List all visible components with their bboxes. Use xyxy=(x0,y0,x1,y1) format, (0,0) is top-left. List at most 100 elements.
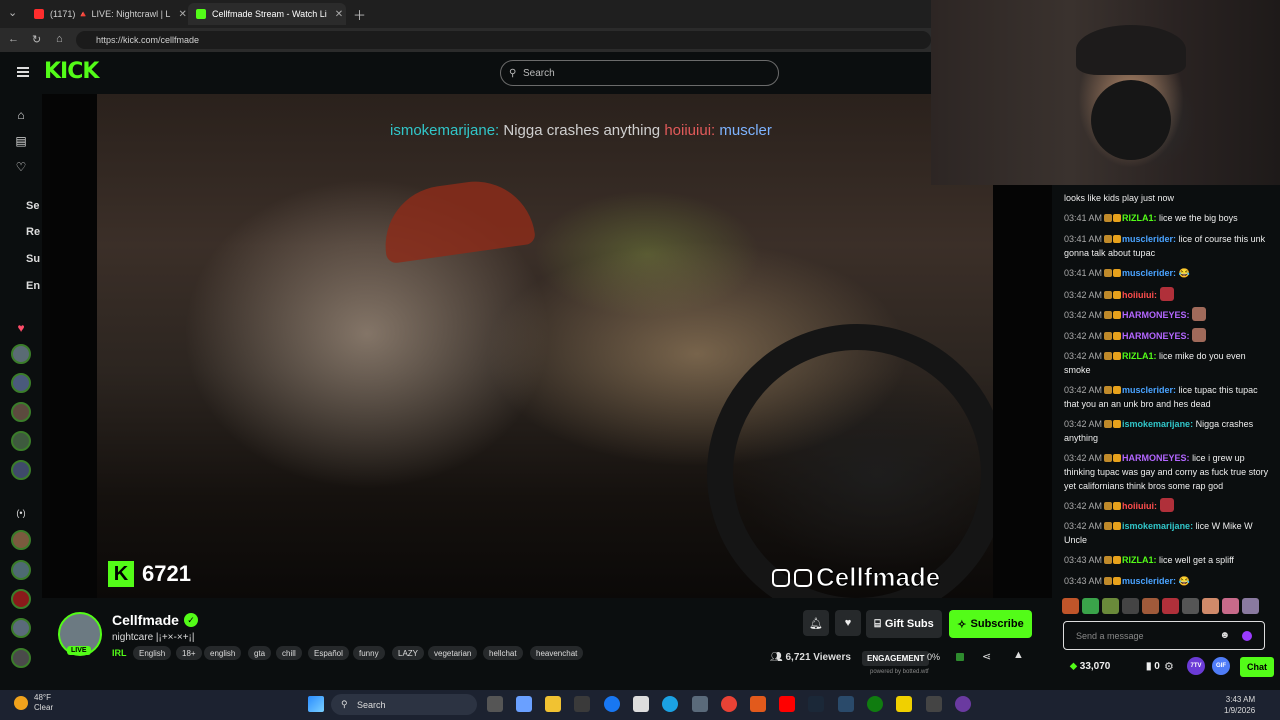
extension-icon[interactable] xyxy=(1242,630,1252,641)
tag[interactable]: vegetarian xyxy=(428,646,478,660)
avatar[interactable] xyxy=(11,560,31,580)
tag[interactable]: funny xyxy=(353,646,385,660)
tab-menu-icon[interactable]: ⌄ xyxy=(8,6,17,19)
avatar[interactable] xyxy=(11,618,31,638)
avatar[interactable] xyxy=(11,344,31,364)
tag[interactable]: 18+ xyxy=(176,646,202,660)
chat-username[interactable]: musclerider: xyxy=(1122,234,1176,244)
sidebar-item-label[interactable]: Re xyxy=(26,226,40,238)
home-icon[interactable]: ⌂ xyxy=(56,33,63,45)
gift-subs-button[interactable]: ⌸ Gift Subs xyxy=(866,610,942,638)
task-view-icon[interactable] xyxy=(487,696,503,712)
avatar[interactable] xyxy=(11,589,31,609)
app-icon[interactable] xyxy=(838,696,854,712)
calculator-icon[interactable] xyxy=(692,696,708,712)
chat-username[interactable]: RIZLA1: xyxy=(1122,351,1157,361)
menu-icon[interactable] xyxy=(17,67,29,77)
weather-widget[interactable]: 48°F Clear xyxy=(34,693,53,713)
amazon-icon[interactable] xyxy=(633,696,649,712)
close-icon[interactable]: ✕ xyxy=(335,9,343,20)
youtube-icon[interactable] xyxy=(779,696,795,712)
emote[interactable] xyxy=(1122,598,1139,614)
new-tab-icon[interactable]: ＋ xyxy=(353,5,366,24)
follow-heart-button[interactable]: ♥ xyxy=(835,610,861,636)
emote[interactable] xyxy=(1182,598,1199,614)
emote[interactable] xyxy=(1102,598,1119,614)
emote[interactable] xyxy=(1202,598,1219,614)
chat-username[interactable]: hoiiuiui: xyxy=(1122,290,1157,300)
tab-kick[interactable]: Cellfmade Stream - Watch Li ✕ xyxy=(188,3,346,25)
tag[interactable]: English xyxy=(133,646,172,660)
avatar[interactable] xyxy=(11,648,31,668)
system-clock[interactable]: 3:43 AM 1/9/2026 xyxy=(1224,694,1255,716)
tag[interactable]: Español xyxy=(308,646,349,660)
github-icon[interactable] xyxy=(926,696,942,712)
windows-start-icon[interactable] xyxy=(308,696,324,712)
settings-icon[interactable]: ⚙ xyxy=(1164,660,1174,673)
emote[interactable] xyxy=(1062,598,1079,614)
back-icon[interactable]: ← xyxy=(8,33,19,45)
avatar[interactable] xyxy=(11,402,31,422)
chat-username[interactable]: HARMONEYES: xyxy=(1122,310,1190,320)
chat-username[interactable]: RIZLA1: xyxy=(1122,555,1157,565)
tag[interactable]: LAZY xyxy=(392,646,425,660)
weather-icon[interactable] xyxy=(14,696,28,710)
close-icon[interactable]: ✕ xyxy=(178,9,186,20)
chat-username[interactable]: musclerider: xyxy=(1122,576,1176,586)
report-icon[interactable]: ▲ xyxy=(1013,649,1024,661)
emote[interactable] xyxy=(1162,598,1179,614)
chat-username[interactable]: RIZLA1: xyxy=(1122,213,1157,223)
emote[interactable] xyxy=(1142,598,1159,614)
chat-username[interactable]: HARMONEYES: xyxy=(1122,453,1190,463)
file-explorer-icon[interactable] xyxy=(545,696,561,712)
facebook-icon[interactable] xyxy=(604,696,620,712)
chat-username[interactable]: ismokemarijane: xyxy=(1122,521,1193,531)
avatar[interactable] xyxy=(11,373,31,393)
chat-username[interactable]: musclerider: xyxy=(1122,385,1176,395)
streamer-name[interactable]: Cellfmade xyxy=(112,612,179,628)
sidebar-item-label[interactable]: Se xyxy=(26,200,39,212)
7tv-button[interactable]: 7TV xyxy=(1187,657,1205,675)
steam-icon[interactable] xyxy=(808,696,824,712)
gif-button[interactable]: GIF xyxy=(1212,657,1230,675)
tag[interactable]: heavenchat xyxy=(530,646,584,660)
edge-icon[interactable] xyxy=(662,696,678,712)
search-input[interactable]: ⚲ Search xyxy=(500,60,779,86)
notes-icon[interactable] xyxy=(896,696,912,712)
chrome-icon[interactable] xyxy=(721,696,737,712)
emote[interactable] xyxy=(1242,598,1259,614)
vlc-icon[interactable] xyxy=(750,696,766,712)
channel-points[interactable]: ⬥ 33,070 xyxy=(1070,661,1110,672)
chat-username[interactable]: hoiiuiui: xyxy=(1122,501,1157,511)
emote[interactable] xyxy=(1082,598,1099,614)
stream-category[interactable]: IRL xyxy=(112,648,127,658)
kick-logo[interactable]: KICK xyxy=(44,59,99,84)
reload-icon[interactable]: ↻ xyxy=(32,33,41,46)
tag[interactable]: english xyxy=(204,646,242,660)
home-icon[interactable]: ⌂ xyxy=(14,108,28,122)
chat-username[interactable]: HARMONEYES: xyxy=(1122,331,1190,341)
chat-send-button[interactable]: Chat xyxy=(1240,657,1274,677)
obs-icon[interactable] xyxy=(955,696,971,712)
xbox-icon[interactable] xyxy=(867,696,883,712)
tag[interactable]: gta xyxy=(248,646,272,660)
store-icon[interactable] xyxy=(574,696,590,712)
chat-username[interactable]: ismokemarijane: xyxy=(1122,419,1193,429)
emoji-icon[interactable]: ☻ xyxy=(1219,630,1230,641)
sidebar-item-label[interactable]: Su xyxy=(26,253,40,265)
taskbar-search[interactable]: ⚲ Search xyxy=(331,694,477,715)
following-icon[interactable]: ♡ xyxy=(14,160,28,174)
chat-input[interactable]: Send a message ☻ xyxy=(1063,621,1265,650)
avatar[interactable] xyxy=(11,460,31,480)
tag[interactable]: chill xyxy=(276,646,302,660)
share-icon[interactable]: ⋖ xyxy=(982,650,991,663)
notification-bell-button[interactable]: 🔔︎ xyxy=(803,610,829,636)
sidebar-item-label[interactable]: En xyxy=(26,280,40,292)
chat-username[interactable]: musclerider: xyxy=(1122,268,1176,278)
url-field[interactable]: https://kick.com/cellfmade xyxy=(76,31,931,49)
tag[interactable]: hellchat xyxy=(483,646,523,660)
copilot-icon[interactable] xyxy=(516,696,532,712)
avatar[interactable] xyxy=(11,530,31,550)
avatar[interactable] xyxy=(11,431,31,451)
browse-icon[interactable]: ▤ xyxy=(14,134,28,148)
